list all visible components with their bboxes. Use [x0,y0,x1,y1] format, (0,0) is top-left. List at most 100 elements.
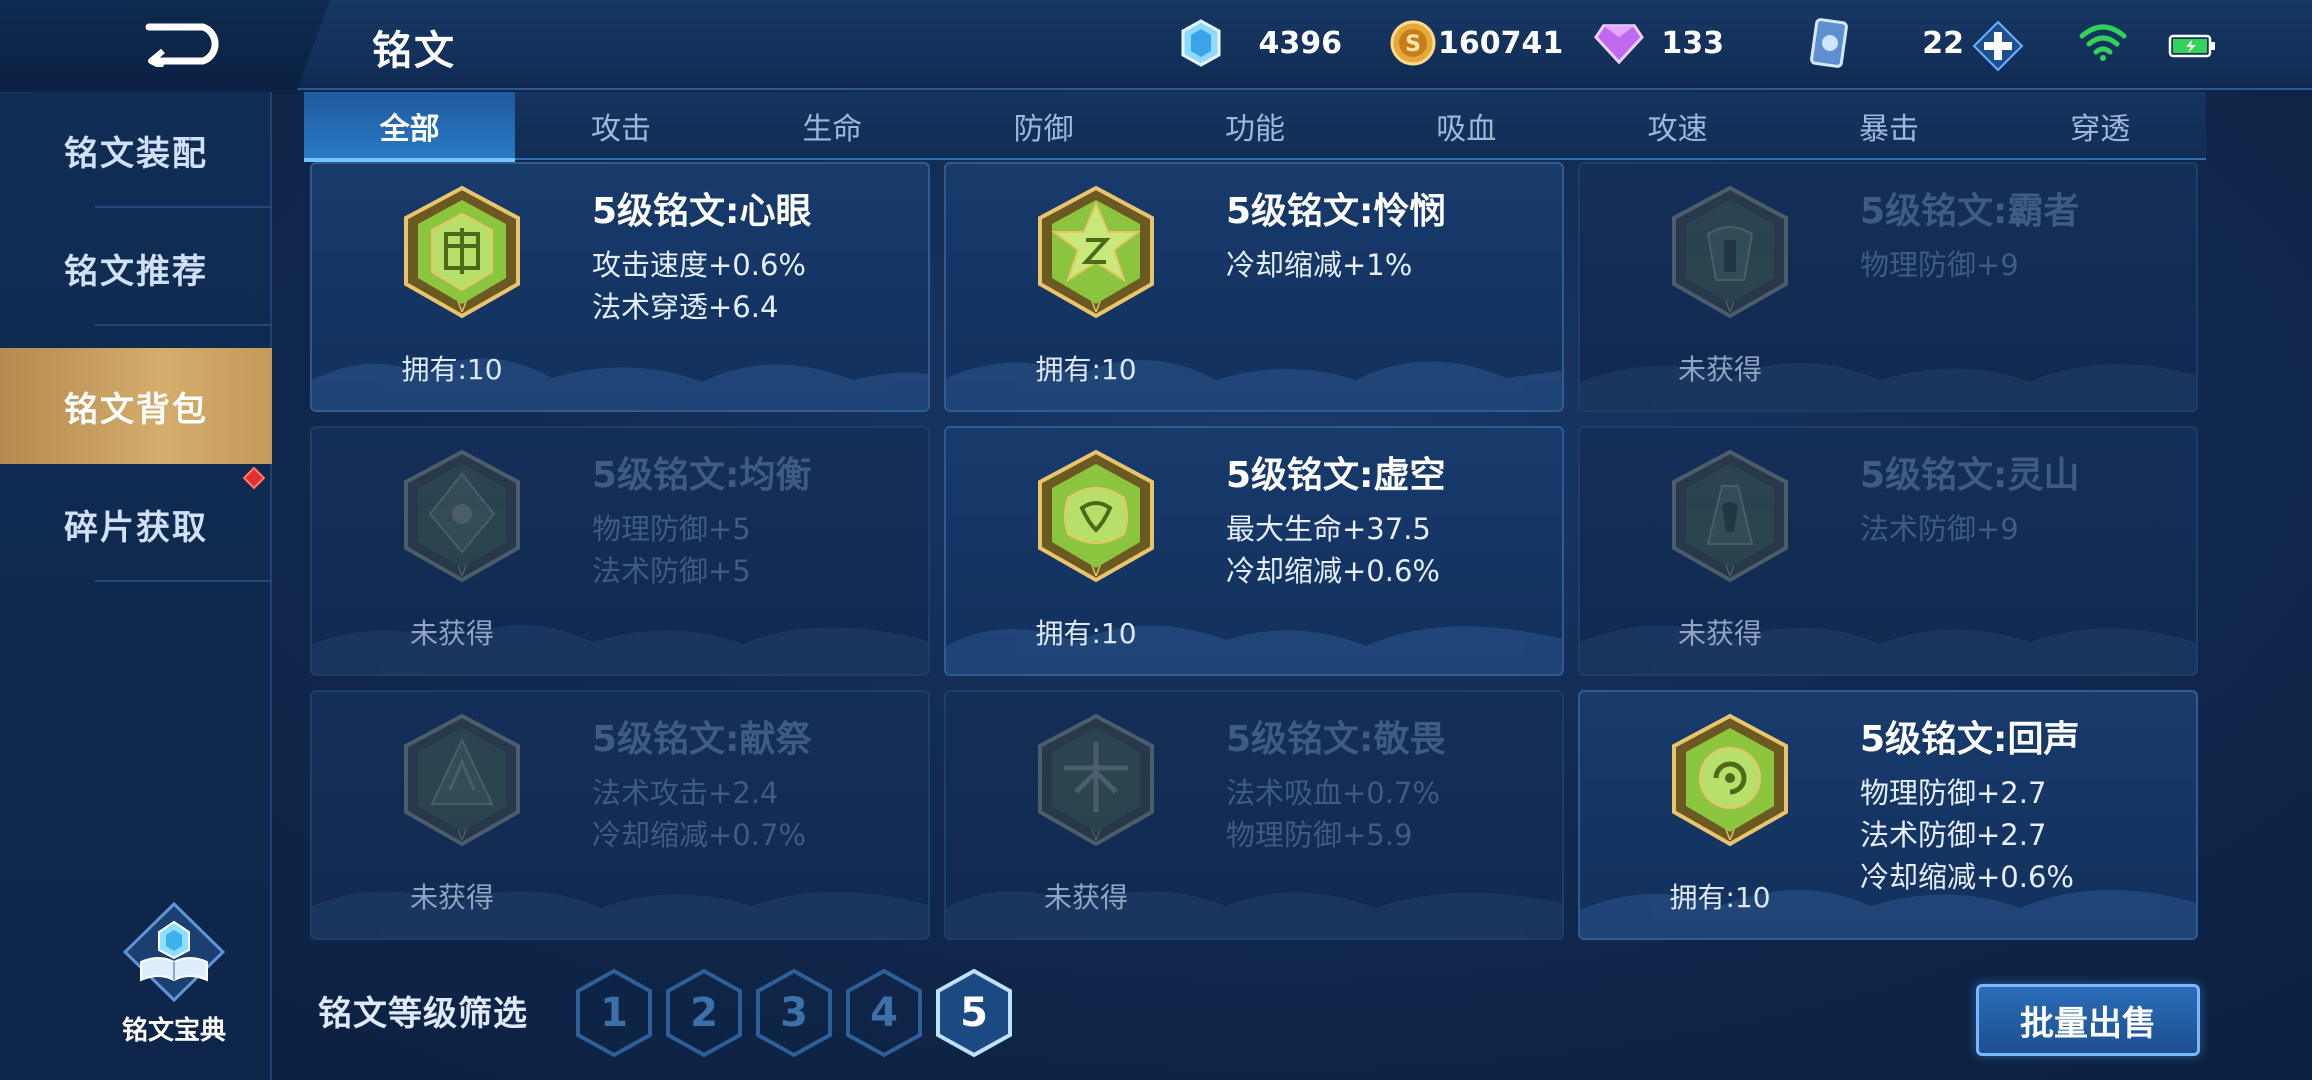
level-filter-5[interactable]: 5 [934,968,1014,1058]
tab-critical[interactable]: 暴击 [1783,92,1994,160]
card-currency: 22 [1804,18,1964,68]
svg-text:V: V [1725,300,1735,316]
owned-count: 拥有:10 [1035,353,1137,386]
level-number: 1 [600,990,628,1036]
inscription-stat: 法术防御+2.7 [1860,818,2047,852]
inscription-stat: 法术防御+5 [592,554,751,588]
svg-text:V: V [1091,300,1101,316]
inscription-stat: 法术穿透+6.4 [592,290,779,324]
card-amount: 22 [1922,25,1964,61]
level-filter-1[interactable]: 1 [574,968,654,1058]
owned-count: 未获得 [1677,353,1762,386]
inscription-stat: 物理防御+9 [1860,248,2019,282]
inscription-card[interactable]: V 未获得 5级铭文:敬畏 法术吸血+0.7% 物理防御+5.9 [944,690,1564,940]
inscription-card[interactable]: V 未获得 5级铭文:霸者 物理防御+9 [1578,162,2198,412]
battery-icon [2168,34,2215,58]
tab-attack[interactable]: 攻击 [515,92,726,160]
svg-text:S: S [1405,32,1421,57]
diamond-currency: 4396 [1176,18,1342,68]
plus-icon [1972,20,2024,72]
category-tabs: 全部 攻击 生命 防御 功能 吸血 攻速 暴击 穿透 [304,92,2206,162]
inscription-emblem-icon: V [404,449,520,583]
inscription-stat: 物理防御+5 [592,512,751,546]
gem-amount: 133 [1661,25,1724,61]
sidebar-item-fragments[interactable]: 碎片获取 [0,466,272,582]
inscription-emblem-icon: V [404,185,520,319]
level-number: 3 [780,990,808,1036]
inscription-grid: V 拥有:10 5级铭文:心眼 攻击速度+0.6% 法术穿透+6.4 V 拥有:… [310,162,2200,942]
inscription-name: 5级铭文:回声 [1860,719,2080,760]
owned-count: 拥有:10 [401,353,503,386]
level-filter-3[interactable]: 3 [754,968,834,1058]
tab-utility[interactable]: 功能 [1149,92,1360,160]
diamond-crystal-icon [1176,18,1226,68]
svg-text:V: V [1091,828,1101,844]
purple-gem-icon [1594,18,1644,68]
tab-penetration[interactable]: 穿透 [1995,92,2206,160]
owned-count: 未获得 [1043,881,1128,914]
inscription-stat: 法术攻击+2.4 [592,776,779,810]
owned-count: 未获得 [409,881,494,914]
inscription-name: 5级铭文:敬畏 [1226,719,1446,760]
tab-lifesteal[interactable]: 吸血 [1361,92,1572,160]
level-number: 4 [870,990,898,1036]
sidebar-item-backpack[interactable]: 铭文背包 [0,348,272,464]
inscription-screen: 铭文 4396 S 160741 133 22 铭文装配 铭文推荐 铭文背包 碎… [0,0,2312,1080]
page-title: 铭文 [372,28,456,74]
top-bar: 铭文 4396 S 160741 133 22 [0,0,2312,90]
inscription-name: 5级铭文:怜悯 [1226,191,1446,232]
back-arrow-icon [145,23,219,67]
add-currency-button[interactable] [1972,20,2024,72]
tab-defense[interactable]: 防御 [938,92,1149,160]
inscription-emblem-icon: V [1672,185,1788,319]
owned-count: 拥有:10 [1035,617,1137,650]
inscription-emblem-icon: V [404,713,520,847]
tab-health[interactable]: 生命 [727,92,938,160]
inscription-stat: 冷却缩减+0.6% [1860,860,2074,894]
inscription-card[interactable]: V 未获得 5级铭文:均衡 物理防御+5 法术防御+5 [310,426,930,676]
inscription-card[interactable]: V 未获得 5级铭文:献祭 法术攻击+2.4 冷却缩减+0.7% [310,690,930,940]
back-button[interactable] [130,16,240,72]
svg-text:V: V [457,828,467,844]
level-filter-4[interactable]: 4 [844,968,924,1058]
inscription-emblem-icon: V [1672,449,1788,583]
tab-all[interactable]: 全部 [304,92,516,162]
inscription-emblem-icon: V [1038,449,1154,583]
inscription-emblem-icon: V [1672,713,1788,847]
level-number: 2 [690,990,718,1036]
inscription-card[interactable]: V 拥有:10 5级铭文:虚空 最大生命+37.5 冷却缩减+0.6% [944,426,1564,676]
sidebar-item-recommend[interactable]: 铭文推荐 [0,210,272,326]
level-number: 5 [960,990,988,1036]
inscription-stat: 冷却缩减+1% [1226,248,1413,282]
inscription-card[interactable]: V 未获得 5级铭文:灵山 法术防御+9 [1578,426,2198,676]
level-filter-2[interactable]: 2 [664,968,744,1058]
inscription-name: 5级铭文:霸者 [1860,191,2080,232]
inscription-stat: 冷却缩减+0.6% [1226,554,1440,588]
svg-text:V: V [1091,564,1101,580]
inscription-card-icon [1804,18,1854,68]
tab-attack-speed[interactable]: 攻速 [1572,92,1783,160]
svg-text:V: V [457,564,467,580]
wifi-icon [2079,24,2127,61]
owned-count: 未获得 [409,617,494,650]
codex-book-icon [122,901,226,1003]
inscription-stat: 冷却缩减+0.7% [592,818,806,852]
inscription-stat: 最大生命+37.5 [1226,512,1431,546]
codex-button[interactable]: 铭文宝典 [112,900,236,1050]
inscription-stat: 攻击速度+0.6% [592,248,806,282]
sidebar-item-equip[interactable]: 铭文装配 [0,92,272,208]
inscription-card[interactable]: V 拥有:10 5级铭文:怜悯 冷却缩减+1% [944,162,1564,412]
gold-currency: S 160741 [1388,18,1563,68]
inscription-card[interactable]: V 拥有:10 5级铭文:心眼 攻击速度+0.6% 法术穿透+6.4 [310,162,930,412]
inscription-name: 5级铭文:心眼 [592,191,812,232]
divider [95,324,272,326]
svg-text:V: V [457,300,467,316]
inscription-name: 5级铭文:均衡 [592,455,812,496]
sidebar-item-label: 铭文推荐 [64,251,208,292]
inscription-card[interactable]: V 拥有:10 5级铭文:回声 物理防御+2.7 法术防御+2.7 冷却缩减+0… [1578,690,2198,940]
codex-label: 铭文宝典 [121,1016,226,1046]
sidebar-item-label: 铭文背包 [64,389,208,430]
svg-text:V: V [1725,564,1735,580]
inscription-name: 5级铭文:灵山 [1860,455,2080,496]
bulk-sell-button[interactable]: 批量出售 [1976,984,2200,1056]
